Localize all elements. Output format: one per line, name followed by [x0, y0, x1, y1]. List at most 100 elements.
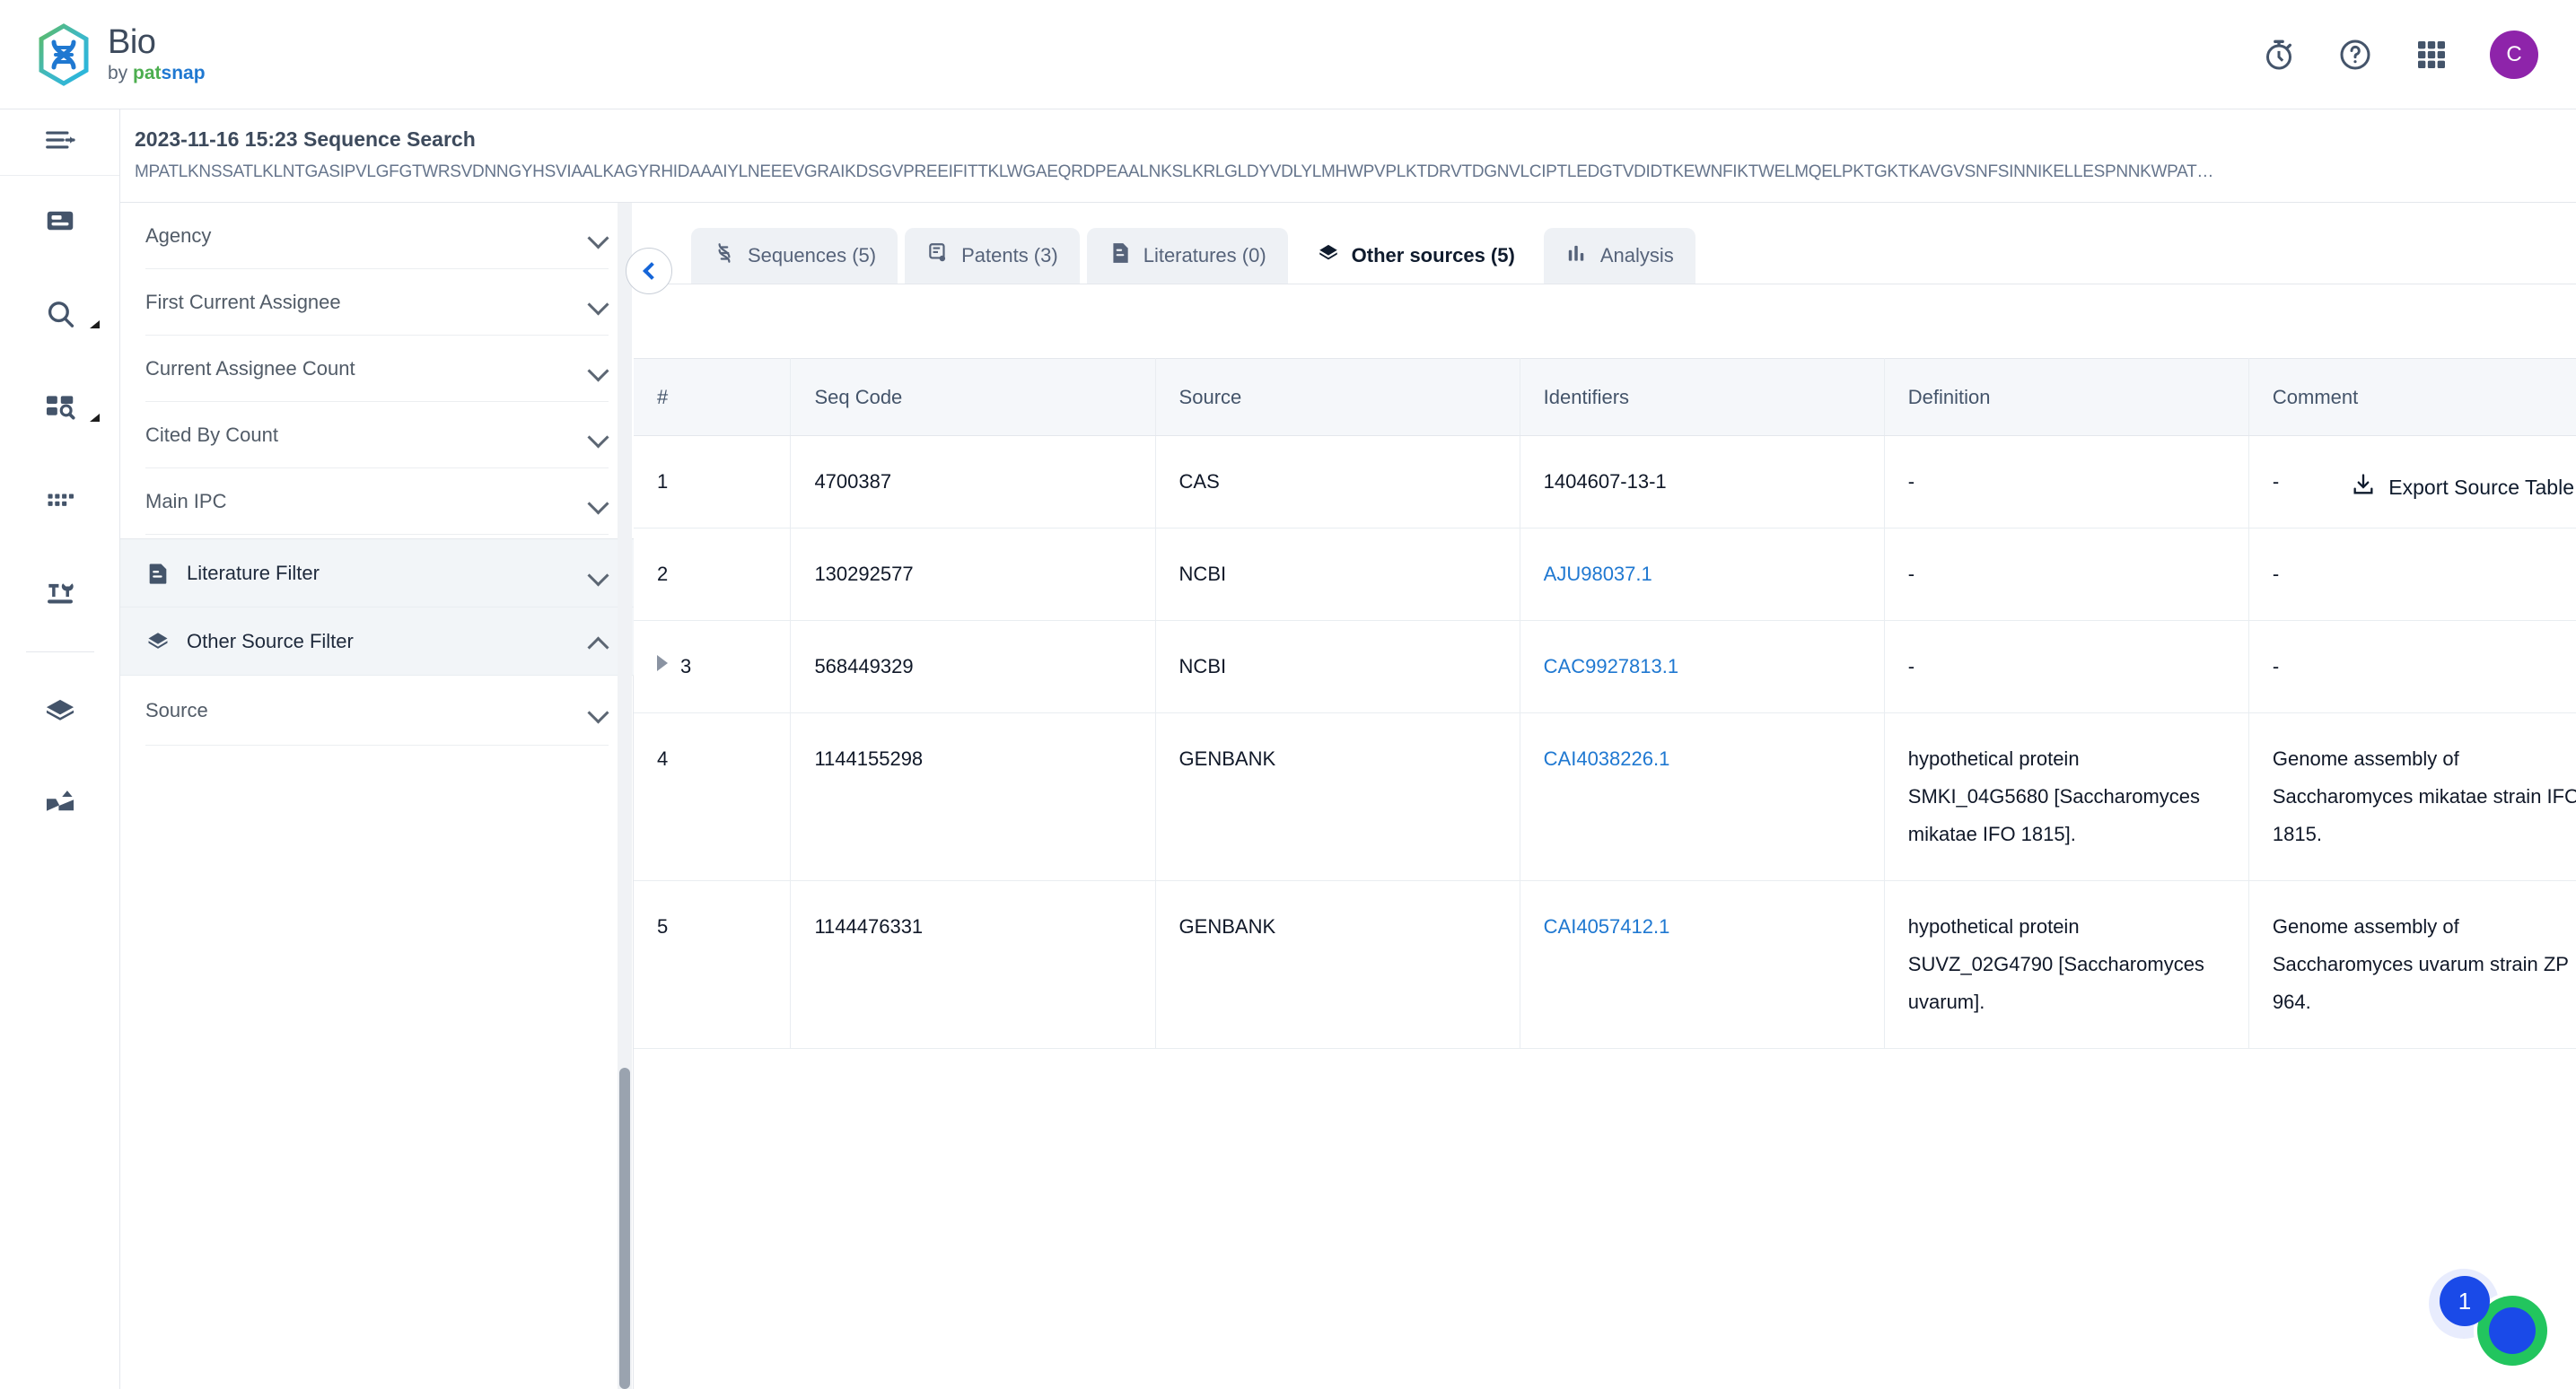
row-index-label: 3 [680, 655, 692, 677]
column-header-index[interactable]: # [634, 358, 792, 436]
cube-icon [43, 693, 77, 731]
filter-row-main-ipc[interactable]: Main IPC [145, 468, 609, 535]
other-sources-table: # Seq Code Source Identifiers Definition… [634, 358, 2576, 1049]
batch-search-submenu-caret-icon [90, 414, 100, 422]
chevron-down-icon [589, 363, 609, 374]
tab-patents[interactable]: Patents (3) [905, 228, 1080, 284]
other-sources-table-wrap: # Seq Code Source Identifiers Definition… [634, 358, 2576, 1049]
cell-comment: - [2248, 528, 2576, 621]
cell-seq-code: 4700387 [790, 435, 1156, 529]
avatar[interactable]: C [2490, 30, 2538, 79]
tools-icon [43, 577, 77, 616]
dna-icon [713, 241, 736, 270]
filter-section-literature-filter[interactable]: Literature Filter [120, 539, 634, 607]
tab-other-sources[interactable]: Other sources (5) [1294, 228, 1537, 284]
tab-label: Literatures (0) [1143, 244, 1266, 266]
cell-definition: - [1884, 620, 2249, 713]
filter-label: Current Assignee Count [145, 356, 355, 380]
patent-doc-icon [926, 241, 950, 270]
filter-section-other-source-filter[interactable]: Other Source Filter [120, 607, 634, 676]
filter-section-label: Literature Filter [187, 561, 320, 584]
bar-chart-icon [1565, 241, 1589, 270]
header-actions: C [2261, 30, 2538, 79]
brand-logo-group[interactable]: Bio by patsnap [36, 22, 206, 86]
sidebar-item-other-sources[interactable] [0, 665, 119, 758]
chat-widget[interactable]: 1 [2429, 1262, 2551, 1369]
sidebar-item-upload[interactable] [0, 758, 119, 852]
cell-source: GENBANK [1155, 712, 1520, 881]
sidebar-item-search[interactable] [0, 269, 119, 363]
tab-literatures[interactable]: Literatures (0) [1086, 228, 1288, 284]
tab-sequences[interactable]: Sequences (5) [691, 228, 898, 284]
filter-label: First Current Assignee [145, 290, 341, 313]
sidebar-item-workspace[interactable] [0, 456, 119, 549]
app-grid-icon[interactable] [2414, 37, 2449, 73]
bio-hexagon-logo-icon [36, 22, 92, 86]
brand-snap-word: snap [161, 62, 206, 83]
sidebar-item-batch-search[interactable] [0, 363, 119, 456]
table-row[interactable]: 3 568449329 NCBI CAC9927813.1 - - [634, 620, 2576, 713]
search-sequence-string[interactable]: MPATLKNSSATLKLNTGASIPVLGFGTWRSVDNNGYHSVI… [135, 161, 2558, 184]
column-header-comment[interactable]: Comment [2248, 358, 2576, 436]
history-timer-icon[interactable] [2261, 37, 2297, 73]
search-title: 2023-11-16 15:23 Sequence Search [135, 127, 476, 151]
tab-label: Other sources (5) [1351, 244, 1515, 266]
chevron-left-icon [642, 262, 661, 280]
filter-row-cited-by-count[interactable]: Cited By Count [145, 402, 609, 468]
help-icon[interactable] [2337, 37, 2373, 73]
cell-definition: hypothetical protein SUVZ_02G4790 [Sacch… [1884, 880, 2249, 1049]
search-summary-bar: 2023-11-16 15:23 Sequence Search MPATLKN… [120, 109, 2576, 203]
cell-index: 3 [634, 620, 792, 713]
filter-row-source[interactable]: Source [145, 676, 609, 746]
identifier-link[interactable]: CAI4038226.1 [1544, 747, 1670, 770]
filter-label: Cited By Count [145, 423, 278, 446]
table-row[interactable]: 2 130292577 NCBI AJU98037.1 - - [634, 528, 2576, 621]
filter-row-agency[interactable]: Agency [145, 203, 609, 269]
cell-index: 1 [634, 435, 792, 529]
identifier-link[interactable]: CAC9927813.1 [1544, 655, 1678, 677]
batch-search-icon [43, 390, 77, 429]
tab-analysis[interactable]: Analysis [1543, 228, 1695, 284]
cell-source: GENBANK [1155, 880, 1520, 1049]
cell-source: NCBI [1155, 528, 1520, 621]
filter-panel-scrollbar-thumb[interactable] [619, 1068, 630, 1389]
column-header-seq-code[interactable]: Seq Code [790, 358, 1156, 436]
filter-row-first-current-assignee[interactable]: First Current Assignee [145, 269, 609, 336]
chevron-down-icon [589, 297, 609, 308]
sidebar-item-tools[interactable] [0, 549, 119, 642]
top-header-bar: Bio by patsnap C [0, 0, 2576, 109]
filter-section-label: Other Source Filter [187, 629, 354, 652]
search-icon [43, 297, 77, 336]
cell-source: NCBI [1155, 620, 1520, 713]
sidebar-item-collapse-menu[interactable] [0, 109, 119, 176]
cell-index: 4 [634, 712, 792, 881]
sidebar-item-documents[interactable] [0, 176, 119, 269]
identifier-link[interactable]: AJU98037.1 [1544, 563, 1652, 585]
main-content: Sequences (5) Patents (3) Literatures (0… [634, 203, 2576, 1389]
table-row[interactable]: 1 4700387 CAS 1404607-13-1 - - [634, 435, 2576, 529]
filter-row-current-assignee-count[interactable]: Current Assignee Count [145, 336, 609, 402]
chevron-down-icon [589, 231, 609, 241]
column-header-definition[interactable]: Definition [1884, 358, 2249, 436]
chevron-down-icon [589, 568, 609, 579]
table-row[interactable]: 4 1144155298 GENBANK CAI4038226.1 hypoth… [634, 712, 2576, 881]
grid-dots-icon [44, 485, 76, 521]
identifier-link[interactable]: CAI4057412.1 [1544, 915, 1670, 938]
column-header-source[interactable]: Source [1155, 358, 1520, 436]
row-expand-triangle-icon[interactable] [657, 655, 668, 671]
search-submenu-caret-icon [90, 320, 100, 328]
cell-definition: - [1884, 528, 2249, 621]
collapse-menu-icon [43, 123, 77, 162]
cell-comment: - [2248, 620, 2576, 713]
cell-definition: - [1884, 435, 2249, 529]
cube-icon [145, 628, 172, 655]
literature-icon [1108, 241, 1132, 270]
column-header-identifiers[interactable]: Identifiers [1520, 358, 1885, 436]
collapse-filter-panel-button[interactable] [626, 248, 672, 294]
cell-identifier: AJU98037.1 [1520, 528, 1885, 621]
tab-label: Sequences (5) [748, 244, 877, 266]
filter-label: Agency [145, 223, 212, 247]
table-row[interactable]: 5 1144476331 GENBANK CAI4057412.1 hypoth… [634, 880, 2576, 1049]
brand-subtitle: by patsnap [108, 62, 206, 85]
cell-comment: Genome assembly of Saccharomyces uvarum … [2248, 880, 2576, 1049]
